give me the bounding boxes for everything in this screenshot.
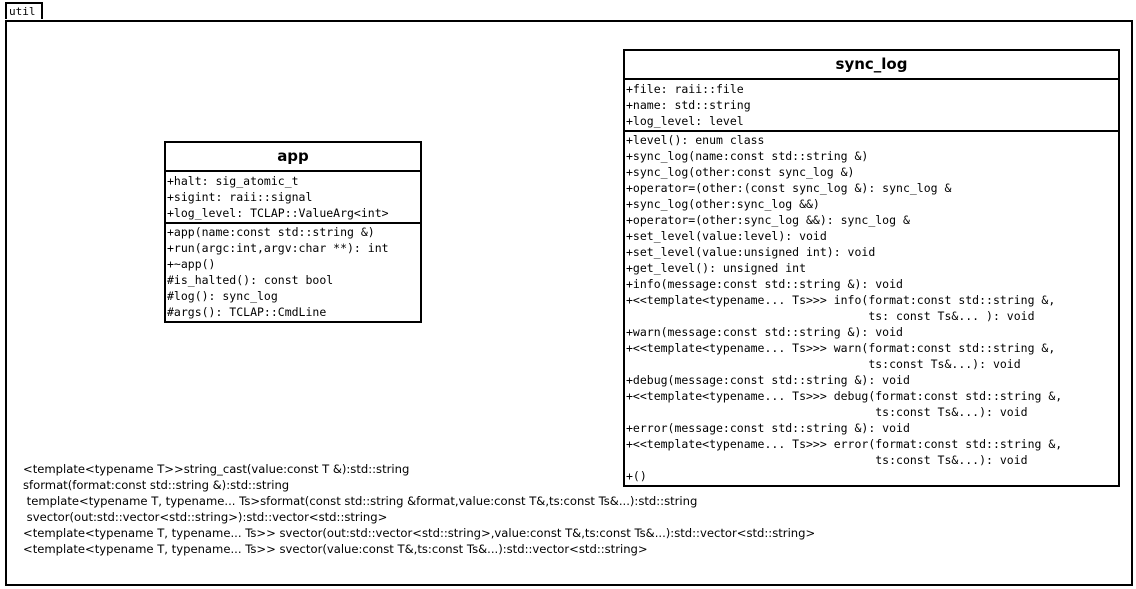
class-sync-log-operation: ts:const Ts&...): void	[626, 357, 1021, 371]
class-sync-log-operation: +<<template<typename... Ts>>> debug(form…	[626, 389, 1063, 403]
class-sync-log-attributes: +file: raii::file+name: std::string+log_…	[625, 80, 1118, 132]
class-app-attribute: +sigint: raii::signal	[167, 190, 313, 204]
free-function: sformat(format:const std::string &):std:…	[23, 478, 290, 492]
class-sync-log-operation: +get_level(): unsigned int	[626, 261, 807, 275]
class-sync-log-operation: +<<template<typename... Ts>>> error(form…	[626, 437, 1063, 451]
class-sync-log-name: sync_log	[625, 51, 1118, 80]
free-functions: <template<typename T>>string_cast(value:…	[23, 461, 815, 557]
class-app-operation: #is_halted(): const bool	[167, 273, 334, 287]
class-sync-log-attribute: +log_level: level	[626, 114, 744, 128]
free-function: <template<typename T, typename... Ts>> s…	[23, 542, 648, 556]
class-sync-log[interactable]: sync_log +file: raii::file+name: std::st…	[623, 49, 1120, 487]
class-sync-log-attribute: +file: raii::file	[626, 82, 744, 96]
class-app-name: app	[166, 143, 420, 172]
class-app-operations: +app(name:const std::string &)+run(argc:…	[166, 224, 420, 320]
free-function: svector(out:std::vector<std::string>):st…	[23, 510, 388, 524]
class-sync-log-operation: +set_level(value:level): void	[626, 229, 827, 243]
class-sync-log-operation: +debug(message:const std::string &): voi…	[626, 373, 910, 387]
class-app-attributes: +halt: sig_atomic_t+sigint: raii::signal…	[166, 172, 420, 224]
class-app[interactable]: app +halt: sig_atomic_t+sigint: raii::si…	[164, 141, 422, 323]
class-sync-log-operation: +level(): enum class	[626, 133, 765, 147]
class-sync-log-operation: +<<template<typename... Ts>>> warn(forma…	[626, 341, 1056, 355]
class-app-attribute: +halt: sig_atomic_t	[167, 174, 299, 188]
class-app-operation: +~app()	[167, 257, 216, 271]
class-sync-log-attribute: +name: std::string	[626, 98, 751, 112]
class-sync-log-operation: +sync_log(name:const std::string &)	[626, 149, 869, 163]
class-sync-log-operation: +error(message:const std::string &): voi…	[626, 421, 910, 435]
class-sync-log-operation: ts: const Ts&... ): void	[626, 309, 1035, 323]
class-sync-log-operation: +operator=(other:(const sync_log &): syn…	[626, 181, 952, 195]
class-app-operation: #args(): TCLAP::CmdLine	[167, 305, 327, 319]
class-sync-log-operation: +operator=(other:sync_log &&): sync_log …	[626, 213, 910, 227]
class-app-operation: #log(): sync_log	[167, 289, 278, 303]
class-sync-log-operation: +info(message:const std::string &): void	[626, 277, 903, 291]
class-sync-log-operation: ts:const Ts&...): void	[626, 405, 1028, 419]
free-function: <template<typename T, typename... Ts>> s…	[23, 526, 816, 540]
class-sync-log-operation: +warn(message:const std::string &): void	[626, 325, 903, 339]
class-app-operation: +run(argc:int,argv:char **): int	[167, 241, 389, 255]
class-app-operation: +app(name:const std::string &)	[167, 225, 375, 239]
free-function: <template<typename T>>string_cast(value:…	[23, 462, 410, 476]
class-sync-log-operation: +<<template<typename... Ts>>> info(forma…	[626, 293, 1056, 307]
class-sync-log-operation: +set_level(value:unsigned int): void	[626, 245, 876, 259]
class-sync-log-operation: +sync_log(other:const sync_log &)	[626, 165, 855, 179]
class-sync-log-operations: +level(): enum class +sync_log(name:const…	[625, 132, 1118, 484]
class-app-attribute: +log_level: TCLAP::ValueArg<int>	[167, 206, 389, 220]
class-sync-log-operation: +sync_log(other:sync_log &&)	[626, 197, 820, 211]
package-tab: util	[5, 2, 43, 19]
free-function: template<typename T, typename... Ts>sfor…	[23, 494, 698, 508]
